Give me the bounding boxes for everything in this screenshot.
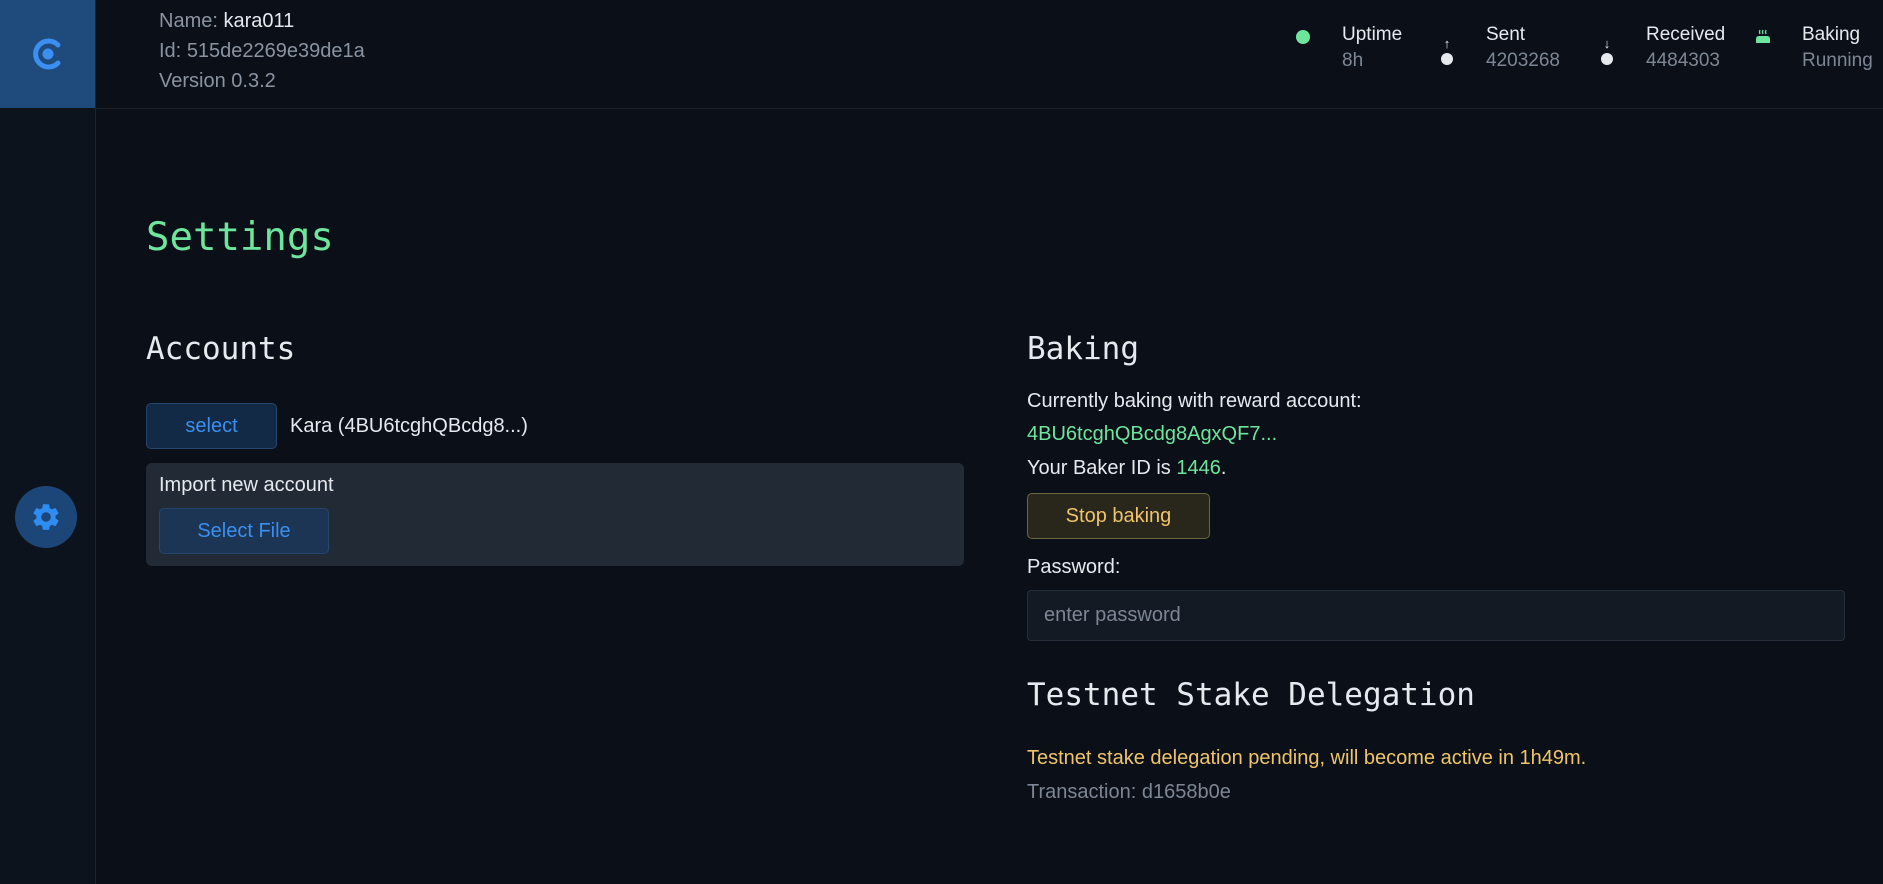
delegation-heading: Testnet Stake Delegation [1027, 677, 1475, 713]
password-label: Password: [1027, 556, 1121, 578]
stop-baking-button[interactable]: Stop baking [1027, 493, 1210, 539]
accounts-heading: Accounts [146, 331, 296, 367]
reward-account-link[interactable]: 4BU6tcghQBcdg8AgxQF7... [1027, 423, 1277, 446]
password-input[interactable] [1027, 590, 1845, 641]
import-account-panel: Import new account Select File [146, 463, 964, 566]
current-account: Kara (4BU6tcghQBcdg8...) [290, 415, 528, 437]
page-title: Settings [146, 215, 334, 260]
baker-id-suffix: . [1220, 457, 1227, 479]
import-account-label: Import new account [159, 474, 334, 496]
select-file-button[interactable]: Select File [159, 508, 329, 554]
baking-heading: Baking [1027, 331, 1139, 367]
concordium-logo-icon [32, 38, 60, 70]
select-account-button[interactable]: select [146, 403, 277, 449]
baker-id-prefix: Your Baker ID is [1027, 457, 1171, 479]
logo[interactable] [0, 0, 95, 108]
delegation-pending-text: Testnet stake delegation pending, will b… [1027, 747, 1587, 769]
sidebar [0, 0, 96, 884]
baker-id-text: Your Baker ID is 1446. [1027, 457, 1226, 480]
settings-page: Settings Accounts select Kara (4BU6tcghQ… [146, 0, 1883, 884]
gear-icon [33, 504, 59, 530]
reward-account-text: Currently baking with reward account: [1027, 390, 1362, 412]
delegation-transaction: Transaction: d1658b0e [1027, 781, 1231, 803]
baker-id-value: 1446 [1176, 457, 1221, 479]
settings-nav-button[interactable] [15, 486, 77, 548]
